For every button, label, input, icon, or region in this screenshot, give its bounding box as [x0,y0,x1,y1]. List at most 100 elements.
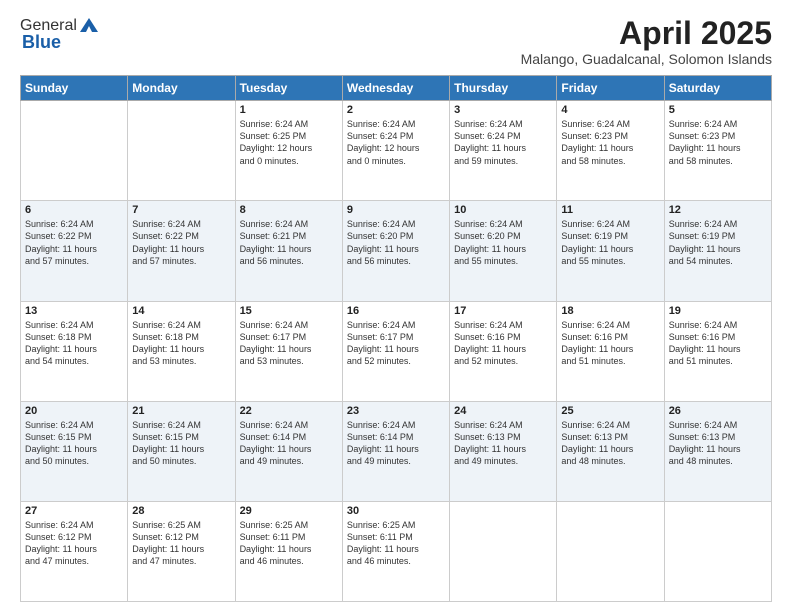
day-number: 23 [347,405,445,417]
logo: General Blue [20,16,100,53]
cell-info: Sunrise: 6:24 AM Sunset: 6:19 PM Dayligh… [669,218,767,267]
calendar-cell: 19 Sunrise: 6:24 AM Sunset: 6:16 PM Dayli… [664,301,771,401]
calendar-cell: 4 Sunrise: 6:24 AM Sunset: 6:23 PM Daylig… [557,101,664,201]
cell-info: Sunrise: 6:24 AM Sunset: 6:15 PM Dayligh… [25,419,123,468]
calendar-cell: 2Sunrise: 6:24 AM Sunset: 6:24 PM Daylig… [342,101,449,201]
week-row-4: 20 Sunrise: 6:24 AM Sunset: 6:15 PM Dayli… [21,401,772,501]
day-number: 27 [25,505,123,517]
weekday-header-saturday: Saturday [664,76,771,101]
day-number: 15 [240,305,338,317]
calendar-cell [21,101,128,201]
cell-info: Sunrise: 6:24 AM Sunset: 6:21 PM Dayligh… [240,218,338,267]
calendar-cell: 28 Sunrise: 6:25 AM Sunset: 6:12 PM Dayli… [128,501,235,601]
day-number: 25 [561,405,659,417]
calendar-cell: 16 Sunrise: 6:24 AM Sunset: 6:17 PM Dayli… [342,301,449,401]
day-number: 29 [240,505,338,517]
logo-blue-text: Blue [22,32,61,53]
location-title: Malango, Guadalcanal, Solomon Islands [521,51,772,67]
day-number: 4 [561,104,659,116]
month-title: April 2025 [521,16,772,51]
calendar-cell: 17 Sunrise: 6:24 AM Sunset: 6:16 PM Dayli… [450,301,557,401]
day-number: 13 [25,305,123,317]
week-row-1: 1 Sunrise: 6:24 AM Sunset: 6:25 PM Daylig… [21,101,772,201]
weekday-header-wednesday: Wednesday [342,76,449,101]
calendar-cell: 24 Sunrise: 6:24 AM Sunset: 6:13 PM Dayli… [450,401,557,501]
day-number: 12 [669,204,767,216]
day-number: 2 [347,104,445,116]
day-number: 9 [347,204,445,216]
cell-info: Sunrise: 6:24 AM Sunset: 6:20 PM Dayligh… [347,218,445,267]
day-number: 10 [454,204,552,216]
calendar-table: SundayMondayTuesdayWednesdayThursdayFrid… [20,75,772,602]
calendar-cell: 30 Sunrise: 6:25 AM Sunset: 6:11 PM Dayli… [342,501,449,601]
cell-info: Sunrise: 6:24 AM Sunset: 6:16 PM Dayligh… [561,319,659,368]
day-number: 19 [669,305,767,317]
calendar-cell: 29 Sunrise: 6:25 AM Sunset: 6:11 PM Dayli… [235,501,342,601]
day-number: 30 [347,505,445,517]
calendar-cell: 18 Sunrise: 6:24 AM Sunset: 6:16 PM Dayli… [557,301,664,401]
page: General Blue April 2025 Malango, Guadalc… [0,0,792,612]
calendar-cell: 5Sunrise: 6:24 AM Sunset: 6:23 PM Daylig… [664,101,771,201]
calendar-cell: 6 Sunrise: 6:24 AM Sunset: 6:22 PM Daylig… [21,201,128,301]
calendar-cell: 14 Sunrise: 6:24 AM Sunset: 6:18 PM Dayli… [128,301,235,401]
weekday-header-thursday: Thursday [450,76,557,101]
cell-info: Sunrise: 6:24 AM Sunset: 6:20 PM Dayligh… [454,218,552,267]
cell-info: Sunrise: 6:24 AM Sunset: 6:15 PM Dayligh… [132,419,230,468]
cell-info: Sunrise: 6:24 AM Sunset: 6:22 PM Dayligh… [25,218,123,267]
logo-icon [78,16,100,34]
calendar-cell [128,101,235,201]
day-number: 6 [25,204,123,216]
day-number: 24 [454,405,552,417]
calendar-cell: 27 Sunrise: 6:24 AM Sunset: 6:12 PM Dayli… [21,501,128,601]
calendar-cell: 25 Sunrise: 6:24 AM Sunset: 6:13 PM Dayli… [557,401,664,501]
weekday-header-tuesday: Tuesday [235,76,342,101]
cell-info: Sunrise: 6:24 AM Sunset: 6:18 PM Dayligh… [132,319,230,368]
cell-info: Sunrise: 6:24 AM Sunset: 6:23 PM Dayligh… [561,118,659,167]
day-number: 5 [669,104,767,116]
calendar-cell: 21 Sunrise: 6:24 AM Sunset: 6:15 PM Dayli… [128,401,235,501]
cell-info: Sunrise: 6:24 AM Sunset: 6:16 PM Dayligh… [669,319,767,368]
cell-info: Sunrise: 6:24 AM Sunset: 6:19 PM Dayligh… [561,218,659,267]
cell-info: Sunrise: 6:25 AM Sunset: 6:11 PM Dayligh… [347,519,445,568]
calendar-cell: 15 Sunrise: 6:24 AM Sunset: 6:17 PM Dayli… [235,301,342,401]
cell-info: Sunrise: 6:24 AM Sunset: 6:13 PM Dayligh… [561,419,659,468]
day-number: 8 [240,204,338,216]
weekday-header-row: SundayMondayTuesdayWednesdayThursdayFrid… [21,76,772,101]
calendar-cell [450,501,557,601]
weekday-header-friday: Friday [557,76,664,101]
calendar-cell: 12 Sunrise: 6:24 AM Sunset: 6:19 PM Dayli… [664,201,771,301]
cell-info: Sunrise: 6:24 AM Sunset: 6:13 PM Dayligh… [669,419,767,468]
calendar-cell [557,501,664,601]
day-number: 22 [240,405,338,417]
calendar-cell: 23Sunrise: 6:24 AM Sunset: 6:14 PM Dayli… [342,401,449,501]
day-number: 28 [132,505,230,517]
cell-info: Sunrise: 6:24 AM Sunset: 6:14 PM Dayligh… [240,419,338,468]
calendar-cell: 7Sunrise: 6:24 AM Sunset: 6:22 PM Daylig… [128,201,235,301]
cell-info: Sunrise: 6:24 AM Sunset: 6:16 PM Dayligh… [454,319,552,368]
calendar-cell: 9 Sunrise: 6:24 AM Sunset: 6:20 PM Daylig… [342,201,449,301]
calendar-cell: 22 Sunrise: 6:24 AM Sunset: 6:14 PM Dayli… [235,401,342,501]
title-block: April 2025 Malango, Guadalcanal, Solomon… [521,16,772,67]
day-number: 7 [132,204,230,216]
cell-info: Sunrise: 6:24 AM Sunset: 6:24 PM Dayligh… [454,118,552,167]
day-number: 21 [132,405,230,417]
cell-info: Sunrise: 6:24 AM Sunset: 6:17 PM Dayligh… [240,319,338,368]
calendar-cell: 13Sunrise: 6:24 AM Sunset: 6:18 PM Dayli… [21,301,128,401]
cell-info: Sunrise: 6:25 AM Sunset: 6:11 PM Dayligh… [240,519,338,568]
day-number: 16 [347,305,445,317]
calendar-cell: 3 Sunrise: 6:24 AM Sunset: 6:24 PM Daylig… [450,101,557,201]
cell-info: Sunrise: 6:25 AM Sunset: 6:12 PM Dayligh… [132,519,230,568]
day-number: 14 [132,305,230,317]
day-number: 17 [454,305,552,317]
day-number: 1 [240,104,338,116]
cell-info: Sunrise: 6:24 AM Sunset: 6:13 PM Dayligh… [454,419,552,468]
cell-info: Sunrise: 6:24 AM Sunset: 6:12 PM Dayligh… [25,519,123,568]
calendar-cell: 20 Sunrise: 6:24 AM Sunset: 6:15 PM Dayli… [21,401,128,501]
cell-info: Sunrise: 6:24 AM Sunset: 6:25 PM Dayligh… [240,118,338,167]
calendar-cell: 11Sunrise: 6:24 AM Sunset: 6:19 PM Dayli… [557,201,664,301]
day-number: 3 [454,104,552,116]
day-number: 18 [561,305,659,317]
cell-info: Sunrise: 6:24 AM Sunset: 6:17 PM Dayligh… [347,319,445,368]
header: General Blue April 2025 Malango, Guadalc… [20,16,772,67]
day-number: 20 [25,405,123,417]
